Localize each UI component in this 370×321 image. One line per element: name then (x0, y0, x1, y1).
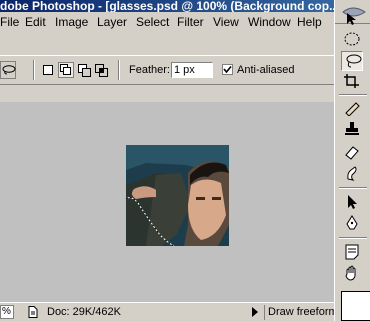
status-bar: % Doc: 29K/462K Draw freeform (0, 302, 334, 321)
note-icon (345, 244, 359, 260)
toolbox (334, 0, 370, 321)
arrow-icon (348, 195, 357, 209)
hand-icon (345, 265, 356, 281)
lasso-tool-icon (346, 54, 362, 68)
window-title: dobe Photoshop - [glasses.psd @ 100% (Ba… (0, 0, 340, 12)
document-size: Doc: 29K/462K (47, 306, 121, 318)
clone-stamp-tool[interactable] (341, 120, 363, 140)
menu-select[interactable]: Select (136, 15, 169, 29)
lasso-selection-marquee (126, 197, 175, 246)
toolbox-divider (339, 94, 367, 96)
antialiased-label: Anti-aliased (237, 64, 295, 76)
checkmark-icon (223, 65, 232, 74)
intersect-selection-icon[interactable] (95, 64, 108, 77)
healing-brush-tool[interactable] (341, 99, 363, 119)
pen-tool[interactable] (341, 214, 363, 234)
menu-help[interactable]: Help (297, 15, 322, 29)
hand-tool[interactable] (341, 264, 363, 284)
canvas-workspace (0, 102, 334, 302)
title-bar: dobe Photoshop - [glasses.psd @ 100% (Ba… (0, 0, 370, 12)
finger-icon (347, 166, 357, 181)
lasso-tool[interactable] (341, 51, 363, 71)
crop-icon (344, 74, 359, 88)
pen-icon (346, 215, 358, 230)
notes-tool[interactable] (341, 243, 363, 263)
add-to-selection-icon[interactable] (58, 62, 74, 78)
foreground-color-swatch[interactable] (341, 291, 370, 321)
menu-edit[interactable]: Edit (25, 15, 46, 29)
separator (33, 60, 35, 80)
document-image[interactable] (126, 145, 229, 246)
eraser-tool[interactable] (341, 143, 363, 163)
menu-view[interactable]: View (213, 15, 239, 29)
stamp-icon (345, 122, 359, 135)
menu-filter[interactable]: Filter (177, 15, 204, 29)
new-selection-icon[interactable] (42, 64, 55, 77)
feather-label: Feather: (129, 64, 170, 76)
move-icon (347, 13, 356, 25)
status-menu-arrow-icon[interactable] (252, 307, 258, 317)
tool-preset-picker[interactable] (0, 61, 16, 79)
menu-file[interactable]: File (0, 15, 19, 29)
move-tool[interactable] (341, 10, 363, 30)
zoom-field[interactable]: % (0, 305, 14, 319)
menu-window[interactable]: Window (248, 15, 291, 29)
tool-hint: Draw freeform (264, 305, 334, 320)
separator (118, 60, 120, 80)
elliptical-marquee-tool[interactable] (341, 30, 363, 50)
bandage-icon (345, 102, 360, 116)
toolbox-divider (339, 237, 367, 239)
ellipse-marquee-icon (344, 32, 360, 46)
blur-tool[interactable] (341, 164, 363, 184)
menu-image[interactable]: Image (55, 15, 88, 29)
menu-bar: File Edit Image Layer Select Filter View… (0, 12, 334, 34)
subtract-from-selection-icon[interactable] (78, 64, 91, 77)
options-row: Feather: 1 px Anti-aliased (0, 55, 334, 85)
antialiased-checkbox[interactable] (222, 64, 233, 75)
toolbox-divider (339, 187, 367, 189)
feather-input[interactable]: 1 px (171, 62, 213, 78)
menu-layer[interactable]: Layer (97, 15, 127, 29)
eraser-icon (345, 146, 359, 160)
document-icon (28, 306, 38, 318)
options-bar: Feather: 1 px Anti-aliased (0, 34, 334, 102)
lasso-icon (2, 65, 16, 75)
crop-tool[interactable] (341, 72, 363, 92)
path-selection-tool[interactable] (341, 193, 363, 213)
